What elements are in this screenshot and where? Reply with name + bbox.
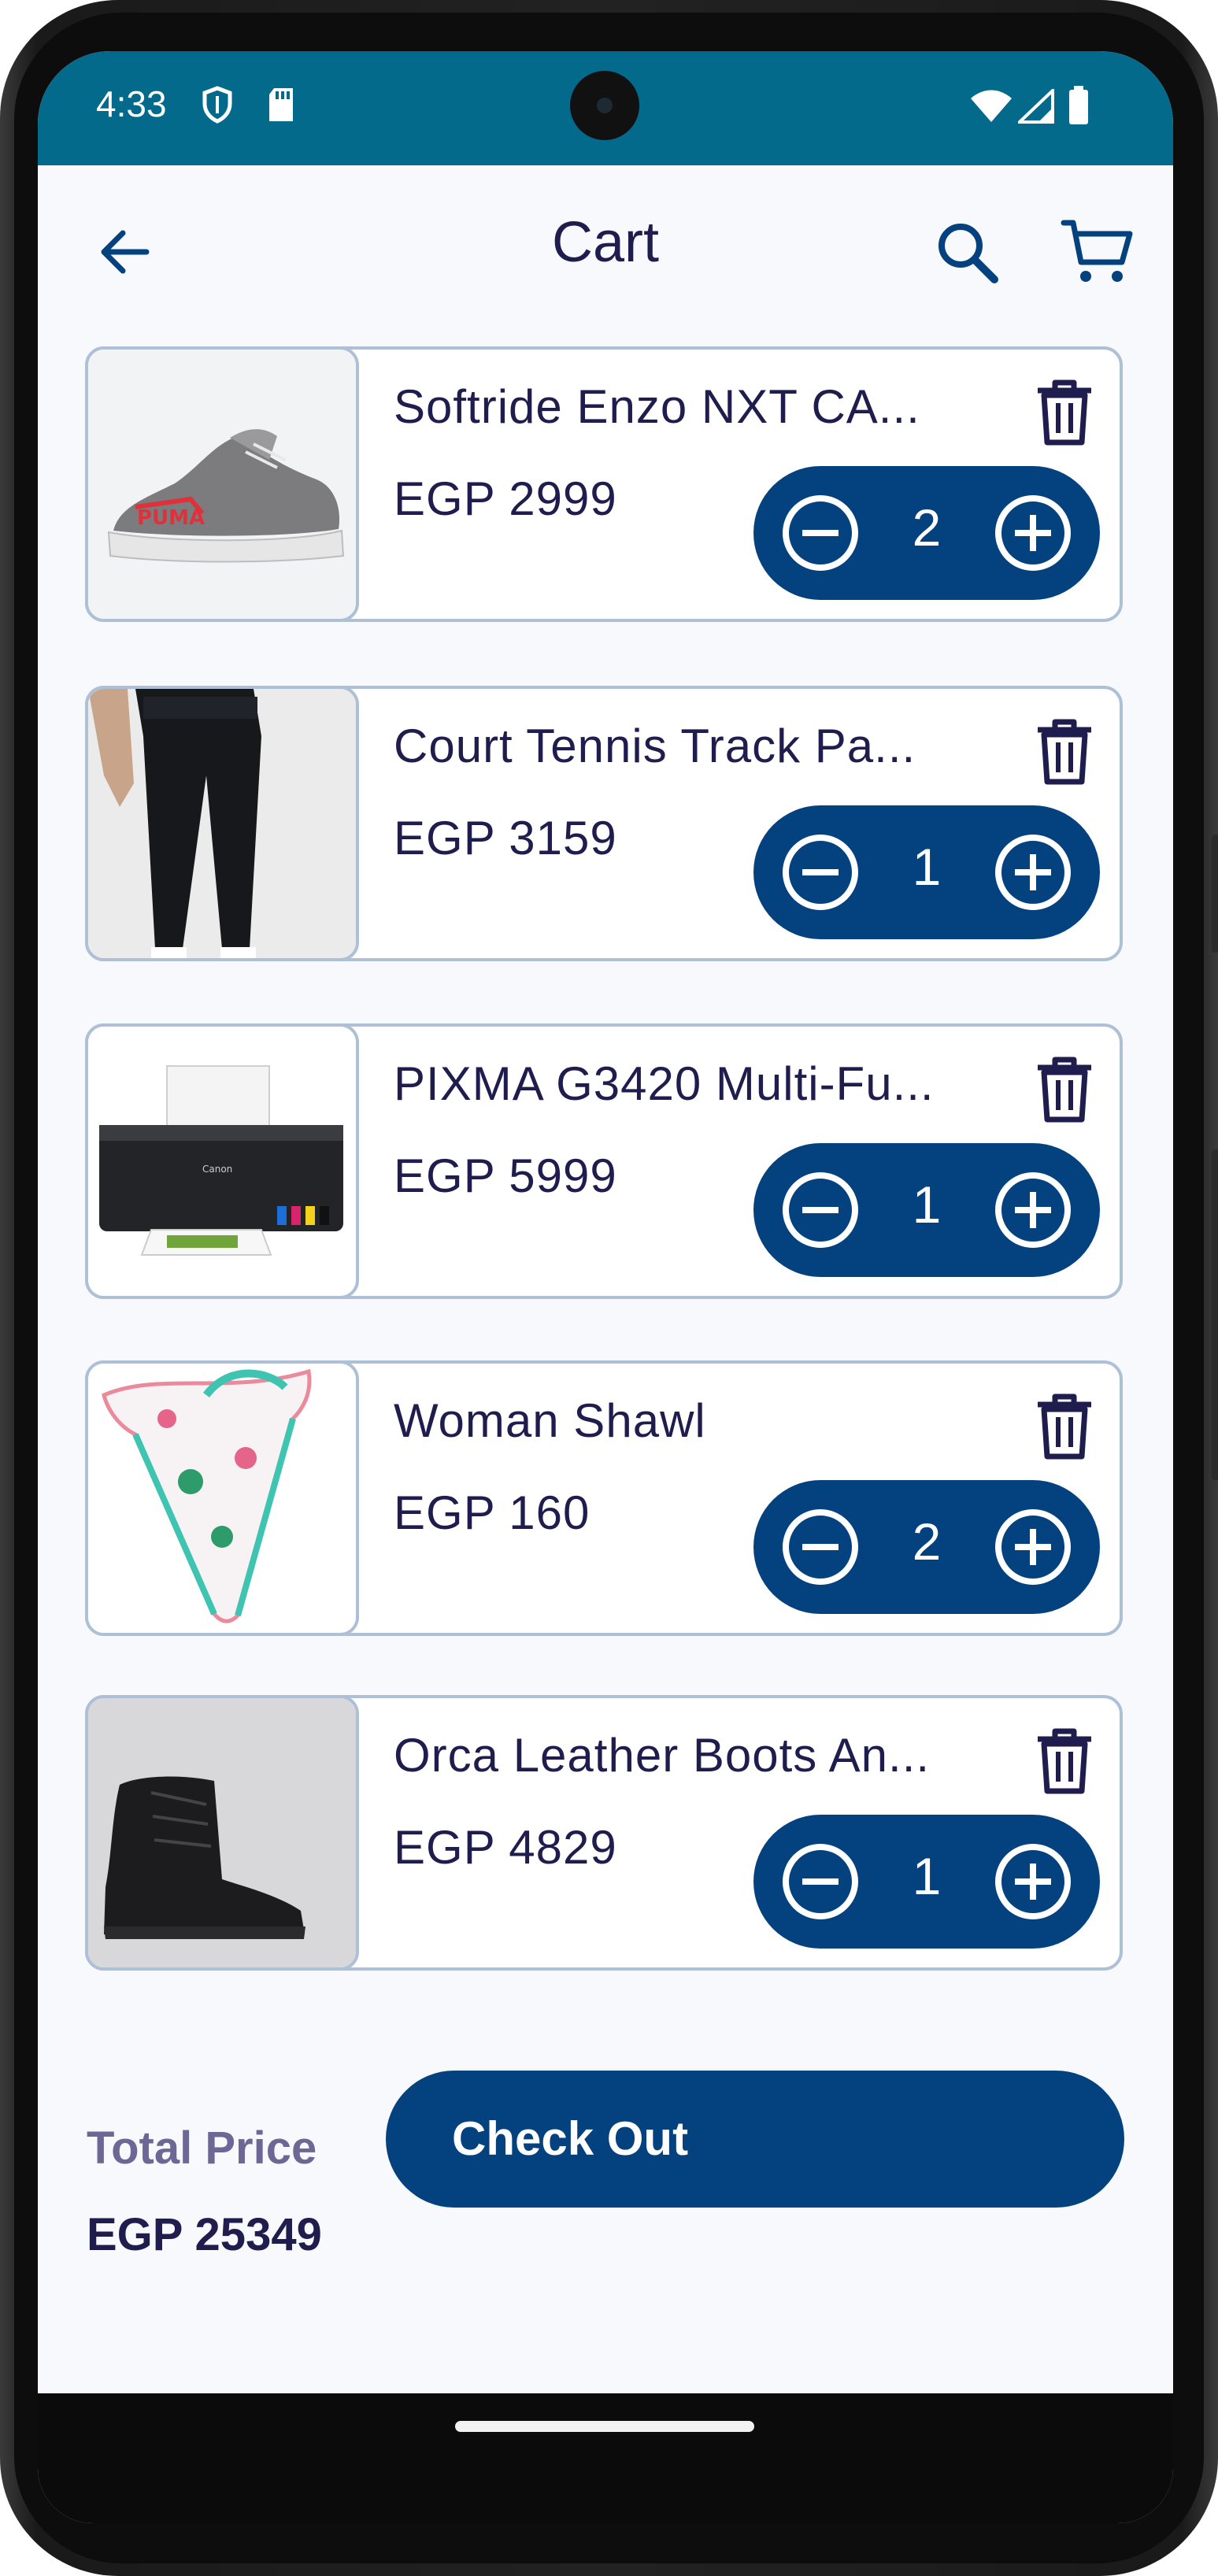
plus-circle-icon[interactable] [991, 831, 1075, 914]
quantity-value: 1 [912, 838, 942, 896]
shield-icon [202, 86, 232, 124]
product-image [85, 686, 359, 961]
svg-text:PUMA: PUMA [137, 506, 205, 530]
quantity-value: 1 [912, 1847, 942, 1905]
checkout-button[interactable]: Check Out [386, 2071, 1124, 2208]
minus-circle-icon[interactable] [779, 831, 862, 914]
quantity-stepper: 1 [753, 1815, 1100, 1949]
quantity-stepper: 2 [753, 466, 1100, 600]
sd-card-icon [269, 88, 293, 121]
quantity-stepper: 1 [753, 805, 1100, 939]
product-name: Woman Shawl [394, 1394, 706, 1447]
product-price: EGP 4829 [394, 1821, 617, 1874]
minus-circle-icon[interactable] [779, 1168, 862, 1252]
plus-circle-icon[interactable] [991, 1840, 1075, 1923]
cart-item-card: PUMA Softride Enzo NXT CA... EGP 2999 2 [85, 346, 1123, 622]
boots-image [88, 1698, 356, 1967]
product-image [85, 1360, 359, 1636]
delete-icon[interactable] [1033, 1390, 1096, 1461]
delete-icon[interactable] [1033, 376, 1096, 447]
cart-item-card: Orca Leather Boots An... EGP 4829 1 [85, 1695, 1123, 1971]
product-price: EGP 2999 [394, 472, 617, 525]
plus-circle-icon[interactable] [991, 1505, 1075, 1589]
quantity-stepper: 2 [753, 1480, 1100, 1614]
total-price-label: Total Price [87, 2123, 317, 2174]
quantity-stepper: 1 [753, 1143, 1100, 1277]
product-name: Orca Leather Boots An... [394, 1729, 929, 1782]
plus-circle-icon[interactable] [991, 491, 1075, 575]
cart-item-card: Woman Shawl EGP 160 2 [85, 1360, 1123, 1636]
home-gesture-handle[interactable] [455, 2421, 754, 2432]
power-button [1212, 1149, 1218, 1480]
phone-frame: 4:33 Cart PUMA Softride Enzo NXT CA... E… [0, 0, 1218, 2576]
track-pants-image [88, 689, 356, 958]
product-name: PIXMA G3420 Multi-Fu... [394, 1057, 929, 1110]
product-price: EGP 5999 [394, 1149, 617, 1202]
minus-circle-icon[interactable] [779, 1505, 862, 1589]
minus-circle-icon[interactable] [779, 1840, 862, 1923]
product-price: EGP 160 [394, 1486, 590, 1539]
app-bar: Cart [38, 165, 1173, 331]
quantity-value: 2 [912, 1512, 942, 1571]
product-name: Softride Enzo NXT CA... [394, 380, 920, 433]
app-screen: 4:33 Cart PUMA Softride Enzo NXT CA... E… [38, 51, 1173, 2523]
cell-signal-icon [1018, 89, 1054, 124]
status-bar: 4:33 [38, 51, 1173, 165]
shawl-image [88, 1364, 356, 1633]
battery-icon [1069, 86, 1088, 124]
quantity-value: 2 [912, 498, 942, 557]
delete-icon[interactable] [1033, 1053, 1096, 1124]
product-name: Court Tennis Track Pa... [394, 720, 916, 772]
quantity-value: 1 [912, 1175, 942, 1234]
delete-icon[interactable] [1033, 1725, 1096, 1796]
svg-text:Canon: Canon [202, 1164, 232, 1175]
sneaker-image: PUMA [88, 350, 356, 619]
product-image: PUMA [85, 346, 359, 622]
cart-item-card: Court Tennis Track Pa... EGP 3159 1 [85, 686, 1123, 961]
delete-icon[interactable] [1033, 716, 1096, 786]
wifi-icon [971, 90, 1012, 122]
product-price: EGP 3159 [394, 812, 617, 864]
total-price-value: EGP 25349 [87, 2209, 322, 2260]
minus-circle-icon[interactable] [779, 491, 862, 575]
product-image: Canon [85, 1023, 359, 1299]
search-button[interactable] [920, 205, 1014, 299]
system-nav-bar [38, 2393, 1173, 2523]
product-image [85, 1695, 359, 1971]
printer-image: Canon [88, 1027, 356, 1296]
cart-item-card: Canon PIXMA G3420 Multi-Fu... EGP 5999 1 [85, 1023, 1123, 1299]
cart-button[interactable] [1046, 201, 1148, 303]
front-camera [570, 71, 639, 140]
volume-button [1212, 835, 1218, 953]
plus-circle-icon[interactable] [991, 1168, 1075, 1252]
cart-icon [1061, 220, 1133, 282]
status-time: 4:33 [96, 83, 167, 124]
search-icon [938, 224, 998, 283]
